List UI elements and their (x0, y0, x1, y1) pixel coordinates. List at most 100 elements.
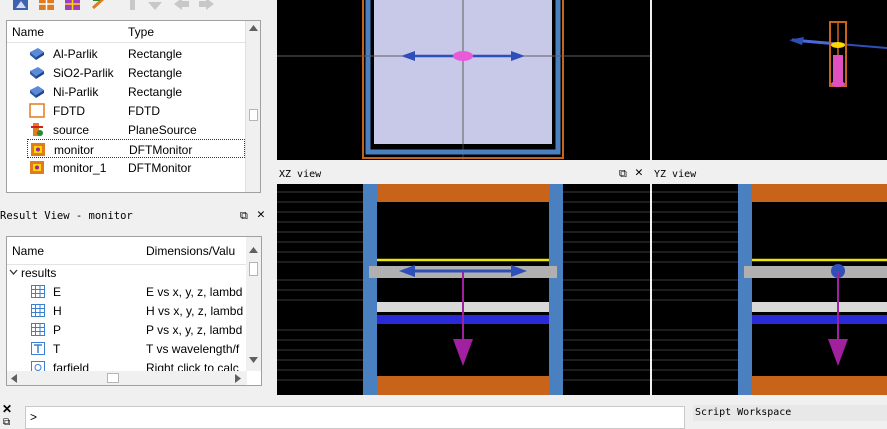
object-name: FDTD (53, 104, 85, 118)
result-view-tree: Name Dimensions/Valu results E E vs x, y… (6, 236, 262, 386)
add-mesh-icon[interactable] (64, 0, 82, 12)
fdtd-icon (29, 103, 45, 118)
object-type: Rectangle (128, 85, 183, 99)
scroll-up-icon[interactable] (249, 25, 258, 31)
group-label: results (21, 266, 57, 280)
object-type: DFTMonitor (129, 143, 193, 157)
object-name: monitor_1 (53, 161, 107, 175)
monitor-icon (30, 161, 44, 174)
objects-tree-header: Name Type (7, 21, 247, 43)
xz-view-titlebar: XZ view ⧉ ✕ (277, 164, 650, 184)
scroll-up-icon[interactable] (249, 247, 258, 253)
object-name: Al-Parlik (53, 47, 98, 61)
result-dims: H vs x, y, z, lambd (146, 304, 244, 318)
xz-view-label: XZ view (279, 169, 322, 180)
tree-row-monitor-1[interactable]: monitor_1 DFTMonitor (7, 158, 247, 177)
result-group-results[interactable]: results (7, 263, 247, 282)
scroll-down-icon[interactable] (249, 357, 258, 363)
tree-row-sio2-parlik[interactable]: SiO2-Parlik Rectangle (7, 63, 247, 82)
object-type: FDTD (128, 104, 160, 118)
xy-view[interactable] (277, 0, 650, 160)
tree-row-source[interactable]: source PlaneSource (7, 120, 247, 139)
back-arrow-icon[interactable] (172, 0, 190, 12)
object-type: DFTMonitor (128, 161, 192, 175)
object-name: monitor (54, 143, 95, 157)
result-view-titlebar: Result View - monitor ⧉ ✕ (0, 207, 277, 226)
app-window: { "objects_tree": { "columns": ["Name", … (0, 0, 887, 429)
object-name: Ni-Parlik (53, 85, 99, 99)
script-console-input[interactable]: > (25, 406, 685, 429)
object-type: PlaneSource (128, 123, 197, 137)
yz-view-canvas[interactable] (652, 184, 887, 395)
result-name: T (53, 342, 61, 356)
close-panel-icon[interactable]: ✕ (257, 207, 265, 222)
3d-view-canvas[interactable] (652, 0, 887, 160)
yz-view-titlebar: YZ view (652, 164, 887, 184)
close-view-icon[interactable]: ✕ (635, 165, 643, 180)
result-row-h[interactable]: H H vs x, y, z, lambd (7, 301, 247, 320)
result-name: P (53, 323, 62, 337)
result-name: H (53, 304, 62, 318)
float-view-icon[interactable]: ⧉ (619, 167, 627, 181)
rectangle-icon (30, 86, 44, 98)
scroll-right-icon[interactable] (235, 374, 241, 383)
object-toolbar (0, 0, 277, 14)
result-row-p[interactable]: P P vs x, y, z, lambd (7, 320, 247, 339)
close-console-icon[interactable]: ✕ (2, 402, 12, 416)
add-source-icon[interactable] (90, 0, 108, 12)
yz-view[interactable] (652, 184, 887, 395)
scroll-left-icon[interactable] (11, 374, 17, 383)
result-dims: P vs x, y, z, lambd (146, 323, 243, 337)
monitor-icon (31, 143, 45, 156)
object-name: SiO2-Parlik (53, 66, 114, 80)
structures-icon[interactable] (12, 0, 30, 12)
result-dims: T vs wavelength/f (146, 342, 240, 356)
script-workspace-tab[interactable]: Script Workspace (693, 405, 887, 421)
rectangle-icon (30, 67, 44, 79)
xz-view[interactable] (277, 184, 650, 395)
add-grid-icon[interactable] (38, 0, 56, 12)
float-panel-icon[interactable]: ⧉ (240, 209, 248, 223)
source-icon (31, 123, 43, 136)
tree-row-fdtd[interactable]: FDTD FDTD (7, 101, 247, 120)
column-name-header[interactable]: Name (12, 25, 44, 39)
forward-arrow-icon[interactable] (198, 0, 216, 12)
objects-tree: Name Type Al-Parlik Rectangle SiO2-Parli… (6, 20, 261, 193)
result-tree-header: Name Dimensions/Valu (7, 237, 247, 265)
result-view-title: Result View - monitor (0, 210, 133, 222)
object-type: Rectangle (128, 47, 183, 61)
result-horizontal-scrollbar[interactable] (7, 371, 247, 385)
move-down-icon[interactable] (146, 0, 164, 12)
matrix-result-icon (31, 304, 45, 317)
result-vertical-scrollbar[interactable] (246, 237, 261, 371)
matrix-result-icon (31, 285, 45, 298)
scrollbar-thumb[interactable] (249, 262, 258, 276)
scrollbar-thumb[interactable] (249, 109, 258, 121)
source-marker[interactable] (453, 51, 473, 61)
tree-row-al-parlik[interactable]: Al-Parlik Rectangle (7, 44, 247, 63)
xz-view-canvas[interactable] (277, 184, 650, 395)
objects-vertical-scrollbar[interactable] (245, 21, 260, 192)
scrollbar-thumb[interactable] (107, 373, 119, 383)
matrix-result-icon (31, 323, 45, 336)
bottom-panel: ✕ ⧉ > Script Workspace (0, 400, 887, 429)
column-name-header[interactable]: Name (12, 244, 44, 258)
chevron-down-icon[interactable] (9, 269, 18, 276)
tree-row-ni-parlik[interactable]: Ni-Parlik Rectangle (7, 82, 247, 101)
result-row-t[interactable]: T T vs wavelength/f (7, 339, 247, 358)
move-up-icon[interactable] (124, 0, 142, 12)
rectangle-icon (30, 48, 44, 60)
xy-view-canvas[interactable] (277, 0, 650, 160)
yz-view-label: YZ view (654, 169, 697, 180)
script-workspace-label: Script Workspace (695, 407, 792, 418)
scalar-result-icon (31, 342, 45, 355)
result-row-e[interactable]: E E vs x, y, z, lambd (7, 282, 247, 301)
object-name: source (53, 123, 90, 137)
3d-view[interactable] (652, 0, 887, 160)
object-type: Rectangle (128, 66, 183, 80)
column-dimensions-header[interactable]: Dimensions/Valu (146, 244, 235, 258)
tree-row-monitor[interactable]: monitor DFTMonitor (27, 139, 245, 158)
result-dims: E vs x, y, z, lambd (146, 285, 243, 299)
column-type-header[interactable]: Type (128, 25, 154, 39)
float-console-icon[interactable]: ⧉ (3, 417, 10, 428)
